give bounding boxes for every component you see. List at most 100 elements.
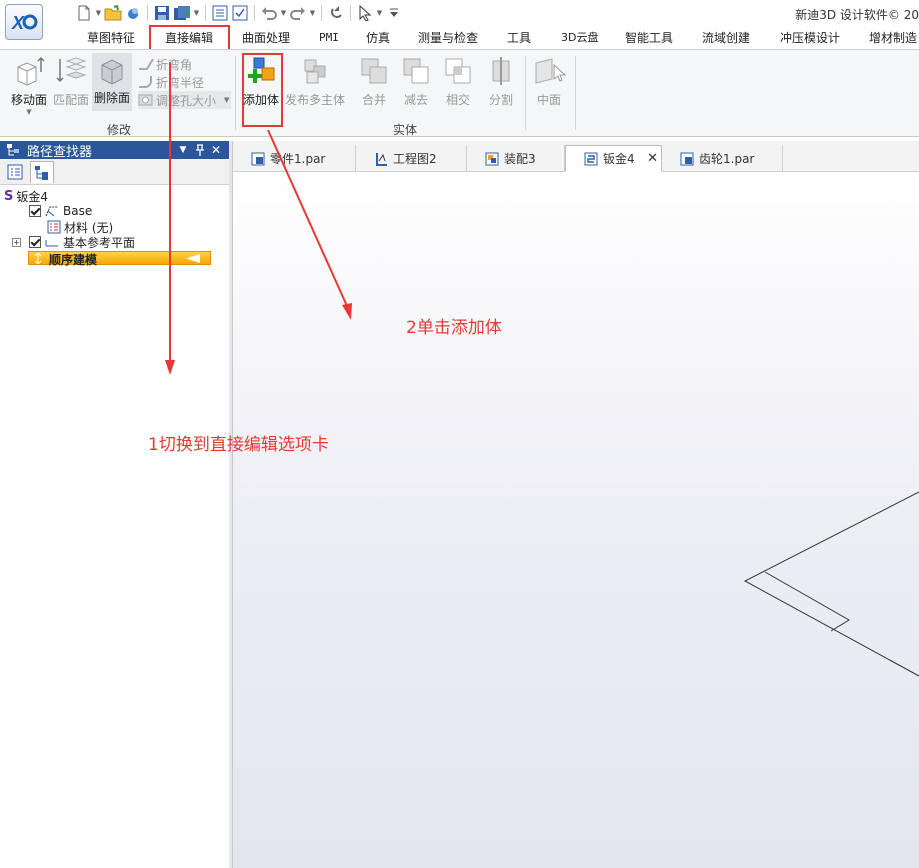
doc-tab-drawing[interactable]: 工程图2 [356, 145, 467, 172]
intersect-button[interactable]: 相交 [440, 55, 476, 108]
intersect-icon [445, 58, 471, 84]
quick-access-toolbar: ▼ ▼ ▼ ▼ ▼ [74, 2, 404, 24]
split-icon [492, 57, 510, 85]
bend-angle-icon [139, 58, 154, 70]
drawing-doc-icon [376, 152, 387, 166]
move-face-button[interactable]: 移动面 ▼ [10, 55, 48, 116]
subtract-button[interactable]: 减去 [398, 55, 434, 108]
union-icon [361, 58, 387, 84]
bend-radius-icon [139, 76, 152, 88]
tab-surface[interactable]: 曲面处理 [242, 27, 290, 49]
resize-hole-icon [138, 94, 153, 106]
ref-plane-icon [45, 240, 58, 247]
doc-tab-part[interactable]: 零件1.par [233, 145, 356, 172]
undo-dropdown-icon[interactable]: ▼ [279, 3, 288, 23]
open-folder-icon[interactable] [103, 3, 123, 23]
sheetmetal-doc-icon [584, 152, 598, 165]
split-button[interactable]: 分割 [483, 55, 519, 108]
sketch-plane-icon [45, 206, 58, 217]
tab-3d-cloud[interactable]: 3D云盘 [561, 27, 598, 49]
path-finder-title: 路径查找器 [27, 144, 93, 160]
move-face-dropdown-icon[interactable]: ▼ [26, 108, 31, 116]
move-face-icon [17, 56, 45, 86]
save-dropdown-icon[interactable]: ▼ [192, 3, 201, 23]
window-title: 新迪3D 设计软件© 20 [795, 8, 919, 22]
pin-icon[interactable] [192, 141, 208, 159]
select-arrow-icon[interactable] [355, 3, 375, 23]
redo-icon[interactable] [288, 3, 308, 23]
tree-view-icon[interactable] [30, 161, 54, 183]
tab-stamping-die[interactable]: 冲压模设计 [780, 27, 840, 49]
new-dropdown-icon[interactable]: ▼ [94, 3, 103, 23]
graphics-viewport[interactable] [233, 172, 919, 868]
tree-node-root[interactable]: S 钣金4 [4, 188, 48, 204]
document-tab-bar: 零件1.par 工程图2 装配3 钣金4 ✕ 齿轮1.par [233, 141, 919, 172]
panel-menu-icon[interactable]: ▼ [175, 141, 191, 159]
base-checkbox[interactable] [29, 205, 41, 217]
doc-tab-gear[interactable]: 齿轮1.par [662, 145, 783, 172]
resize-hole-dropdown-icon[interactable]: ▼ [224, 96, 229, 104]
bend-angle-button[interactable]: 折弯角 [138, 55, 192, 73]
close-tab-icon[interactable]: ✕ [647, 151, 658, 166]
path-finder-header: 路径查找器 ▼ ✕ [0, 141, 229, 160]
material-icon [47, 220, 61, 234]
doc-tab-sheetmetal[interactable]: 钣金4 ✕ [565, 145, 662, 172]
tab-simulation[interactable]: 仿真 [366, 27, 390, 49]
tab-sketch-features[interactable]: 草图特征 [87, 27, 135, 49]
tab-measure-inspect[interactable]: 测量与检查 [418, 27, 478, 49]
part-doc-icon [680, 152, 694, 165]
part-doc-icon [251, 152, 265, 165]
delete-face-button[interactable]: 删除面 [92, 53, 132, 111]
doc-tab-assembly[interactable]: 装配3 [467, 145, 565, 172]
publish-multibody-button[interactable]: 发布多主体 [285, 55, 345, 108]
list-view-icon[interactable] [3, 161, 27, 183]
sheetmetal-part-edges [743, 491, 919, 677]
resize-hole-button[interactable]: 调整孔大小 ▼ [138, 91, 232, 109]
properties-icon[interactable] [210, 3, 230, 23]
tab-tools[interactable]: 工具 [507, 27, 531, 49]
annotation-step2: 2单击添加体 [406, 318, 502, 338]
close-panel-icon[interactable]: ✕ [208, 141, 224, 159]
tab-flow-domain[interactable]: 流域创建 [702, 27, 750, 49]
subtract-icon [403, 58, 429, 84]
rollback-arrow-icon[interactable] [185, 254, 201, 263]
tab-additive[interactable]: 增材制造 [869, 27, 917, 49]
ref-planes-checkbox[interactable] [29, 236, 41, 248]
redo-dropdown-icon[interactable]: ▼ [308, 3, 317, 23]
sheetmetal-icon: S [4, 188, 14, 204]
path-finder-icon [7, 144, 19, 156]
midplane-icon [535, 58, 566, 84]
ribbon-tab-bar: 草图特征 直接编辑 曲面处理 PMI 仿真 测量与检查 工具 3D云盘 智能工具… [0, 26, 919, 51]
bend-radius-button[interactable]: 折弯半径 [138, 73, 204, 91]
new-file-icon[interactable] [74, 3, 94, 23]
tree-node-base[interactable]: Base [29, 203, 92, 219]
tab-direct-edit[interactable]: 直接编辑 [161, 26, 218, 51]
checklist-icon[interactable] [230, 3, 250, 23]
undo-icon[interactable] [259, 3, 279, 23]
midplane-button[interactable]: 中面 [530, 55, 568, 108]
delete-face-icon [101, 59, 123, 85]
ordered-modeling-bar[interactable]: 顺序建模 [28, 251, 211, 267]
group-label-body: 实体 [393, 123, 418, 137]
tree-node-ref-planes[interactable]: + 基本参考平面 [12, 234, 135, 250]
match-face-button[interactable]: 匹配面 [53, 55, 89, 108]
group-label-modify: 修改 [107, 123, 132, 137]
union-button[interactable]: 合并 [356, 55, 392, 108]
ordered-icon [34, 253, 42, 264]
save-all-icon[interactable] [172, 3, 192, 23]
select-dropdown-icon[interactable]: ▼ [375, 3, 384, 23]
tab-pmi[interactable]: PMI [319, 27, 339, 49]
add-body-icon [248, 57, 275, 83]
save-icon[interactable] [152, 3, 172, 23]
expand-icon[interactable]: + [12, 237, 21, 247]
add-body-button[interactable]: 添加体 [241, 55, 281, 108]
path-finder-toolbar [0, 159, 229, 185]
publish-multibody-icon [304, 59, 326, 84]
annotation-step1: 1切换到直接编辑选项卡 [148, 435, 329, 455]
customize-qat-icon[interactable] [384, 3, 404, 23]
repeat-command-icon[interactable] [326, 3, 346, 23]
assembly-doc-icon [485, 152, 499, 165]
cloud-icon[interactable] [123, 3, 143, 23]
tab-smart-tools[interactable]: 智能工具 [625, 27, 673, 49]
feature-tree: S 钣金4 Base 材料 (无) + 基本参考平面 [0, 185, 229, 868]
